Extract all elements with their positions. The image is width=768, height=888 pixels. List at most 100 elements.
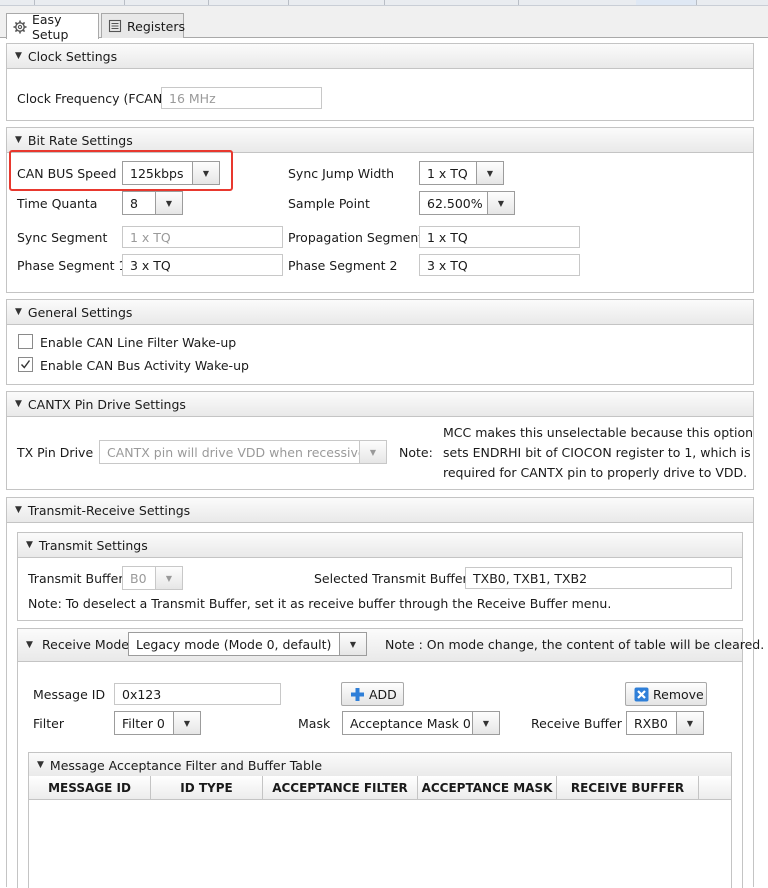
clock-frequency-field: 16 MHz bbox=[161, 87, 322, 109]
phase-segment-1-field[interactable]: 3 x TQ bbox=[122, 254, 283, 276]
cantx-pin-drive-header[interactable]: ▼ CANTX Pin Drive Settings bbox=[7, 392, 753, 417]
propagation-segment-label: Propagation Segment bbox=[288, 230, 424, 245]
filter-select[interactable]: Filter 0 ▼ bbox=[114, 711, 201, 735]
selected-transmit-buffers-label: Selected Transmit Buffers bbox=[314, 571, 475, 586]
tab-label: Registers bbox=[127, 18, 185, 34]
filter-label: Filter bbox=[33, 716, 64, 731]
note-text-line-2: sets ENDRHI bit of CIOCON register to 1,… bbox=[443, 445, 751, 460]
note-label: Note: bbox=[399, 445, 433, 460]
section-title: Bit Rate Settings bbox=[27, 132, 133, 148]
chevron-down-icon[interactable]: ▼ bbox=[487, 192, 514, 214]
section-title: CANTX Pin Drive Settings bbox=[27, 396, 186, 412]
sample-point-select[interactable]: 62.500% ▼ bbox=[419, 191, 515, 215]
select-value: 62.500% bbox=[427, 195, 483, 211]
select-value: B0 bbox=[130, 570, 147, 586]
sample-point-label: Sample Point bbox=[288, 196, 370, 211]
collapse-triangle-icon: ▼ bbox=[15, 505, 22, 515]
transmit-buffer-select: B0 ▼ bbox=[122, 566, 183, 590]
tx-pin-drive-label: TX Pin Drive bbox=[17, 445, 94, 460]
sync-segment-field: 1 x TQ bbox=[122, 226, 283, 248]
transmit-receive-header[interactable]: ▼ Transmit-Receive Settings bbox=[7, 498, 753, 523]
chevron-down-icon[interactable]: ▼ bbox=[676, 712, 703, 734]
tab-label: Easy Setup bbox=[32, 11, 69, 42]
table-body bbox=[29, 801, 731, 884]
chevron-down-icon[interactable]: ▼ bbox=[173, 712, 200, 734]
chevron-down-icon[interactable]: ▼ bbox=[472, 712, 499, 734]
chevron-down-icon: ▼ bbox=[359, 441, 386, 463]
remove-button[interactable]: Remove bbox=[625, 682, 707, 706]
bus-activity-wakeup-checkbox[interactable] bbox=[18, 357, 33, 372]
collapse-triangle-icon: ▼ bbox=[15, 51, 22, 61]
acceptance-table-header[interactable]: ▼ Message Acceptance Filter and Buffer T… bbox=[29, 753, 731, 778]
chevron-down-icon[interactable]: ▼ bbox=[339, 633, 366, 655]
column-header-id-type[interactable]: ID TYPE bbox=[151, 776, 263, 800]
selected-transmit-buffers-field[interactable]: TXB0, TXB1, TXB2 bbox=[465, 567, 732, 589]
note-text-line-1: MCC makes this unselectable because this… bbox=[443, 425, 754, 440]
tab-registers[interactable]: Registers bbox=[101, 13, 185, 38]
collapse-triangle-icon: ▼ bbox=[37, 760, 44, 770]
section-title: Clock Settings bbox=[27, 48, 118, 64]
line-filter-wakeup-checkbox[interactable] bbox=[18, 334, 33, 349]
receive-buffer-label: Receive Buffer bbox=[531, 716, 622, 731]
propagation-segment-field[interactable]: 1 x TQ bbox=[419, 226, 580, 248]
select-value: CANTX pin will drive VDD when recessive bbox=[107, 444, 359, 460]
phase-segment-2-label: Phase Segment 2 bbox=[288, 258, 398, 273]
can-bus-speed-select[interactable]: 125kbps ▼ bbox=[122, 161, 220, 185]
phase-segment-2-field[interactable]: 3 x TQ bbox=[419, 254, 580, 276]
receive-mode-select[interactable]: Legacy mode (Mode 0, default) ▼ bbox=[128, 632, 367, 656]
transmit-note: Note: To deselect a Transmit Buffer, set… bbox=[28, 596, 612, 611]
add-button[interactable]: ADD bbox=[341, 682, 404, 706]
collapse-triangle-icon: ▼ bbox=[15, 135, 22, 145]
chevron-down-icon: ▼ bbox=[155, 567, 182, 589]
note-text-line-3: required for CANTX pin to properly drive… bbox=[443, 465, 748, 480]
select-value: Legacy mode (Mode 0, default) bbox=[136, 636, 332, 652]
table-header-row: MESSAGE ID ID TYPE ACCEPTANCE FILTER ACC… bbox=[29, 776, 731, 800]
remove-button-label: Remove bbox=[653, 686, 704, 702]
collapse-triangle-icon[interactable]: ▼ bbox=[26, 640, 33, 650]
column-header-receive-buffer[interactable]: RECEIVE BUFFER bbox=[557, 776, 699, 800]
receive-buffer-select[interactable]: RXB0 ▼ bbox=[626, 711, 704, 735]
clock-settings-panel: ▼ Clock Settings bbox=[6, 43, 754, 121]
message-id-label: Message ID bbox=[33, 687, 106, 702]
transmit-buffer-label: Transmit Buffer bbox=[28, 571, 124, 586]
column-header-message-id[interactable]: MESSAGE ID bbox=[29, 776, 151, 800]
clock-frequency-label: Clock Frequency (FCAN) bbox=[17, 91, 168, 106]
list-icon bbox=[108, 19, 122, 33]
select-value: Filter 0 bbox=[122, 715, 165, 731]
select-value: Acceptance Mask 0 bbox=[350, 715, 471, 731]
chevron-down-icon[interactable]: ▼ bbox=[476, 162, 503, 184]
general-settings-header[interactable]: ▼ General Settings bbox=[7, 300, 753, 325]
sync-segment-label: Sync Segment bbox=[17, 230, 108, 245]
section-title: General Settings bbox=[27, 304, 133, 320]
chevron-down-icon[interactable]: ▼ bbox=[192, 162, 219, 184]
select-value: 125kbps bbox=[130, 165, 184, 181]
tx-pin-drive-select: CANTX pin will drive VDD when recessive … bbox=[99, 440, 387, 464]
collapse-triangle-icon: ▼ bbox=[26, 540, 33, 550]
select-value: 8 bbox=[130, 195, 138, 211]
column-header-acceptance-mask[interactable]: ACCEPTANCE MASK bbox=[418, 776, 557, 800]
column-header-acceptance-filter[interactable]: ACCEPTANCE FILTER bbox=[263, 776, 418, 800]
message-id-input[interactable]: 0x123 bbox=[114, 683, 281, 705]
select-value: 1 x TQ bbox=[427, 165, 468, 181]
line-filter-wakeup-label: Enable CAN Line Filter Wake-up bbox=[40, 335, 237, 350]
clock-settings-header[interactable]: ▼ Clock Settings bbox=[7, 44, 753, 69]
receive-mode-label: Receive Mode bbox=[42, 637, 129, 652]
receive-mode-note: Note : On mode change, the content of ta… bbox=[385, 637, 765, 652]
time-quanta-label: Time Quanta bbox=[17, 196, 98, 211]
collapse-triangle-icon: ▼ bbox=[15, 307, 22, 317]
section-title: Message Acceptance Filter and Buffer Tab… bbox=[49, 757, 323, 773]
mask-label: Mask bbox=[298, 716, 331, 731]
time-quanta-select[interactable]: 8 ▼ bbox=[122, 191, 183, 215]
transmit-settings-header[interactable]: ▼ Transmit Settings bbox=[18, 533, 742, 558]
chevron-down-icon[interactable]: ▼ bbox=[155, 192, 182, 214]
bus-activity-wakeup-label: Enable CAN Bus Activity Wake-up bbox=[40, 358, 249, 373]
plus-icon bbox=[350, 687, 365, 702]
checkmark-icon bbox=[20, 359, 31, 370]
sync-jump-width-label: Sync Jump Width bbox=[288, 166, 395, 181]
phase-segment-1-label: Phase Segment 1 bbox=[17, 258, 127, 273]
tab-easy-setup[interactable]: Easy Setup bbox=[6, 11, 99, 42]
select-value: RXB0 bbox=[634, 715, 668, 731]
mask-select[interactable]: Acceptance Mask 0 ▼ bbox=[342, 711, 500, 735]
section-title: Transmit-Receive Settings bbox=[27, 502, 191, 518]
sync-jump-width-select[interactable]: 1 x TQ ▼ bbox=[419, 161, 504, 185]
